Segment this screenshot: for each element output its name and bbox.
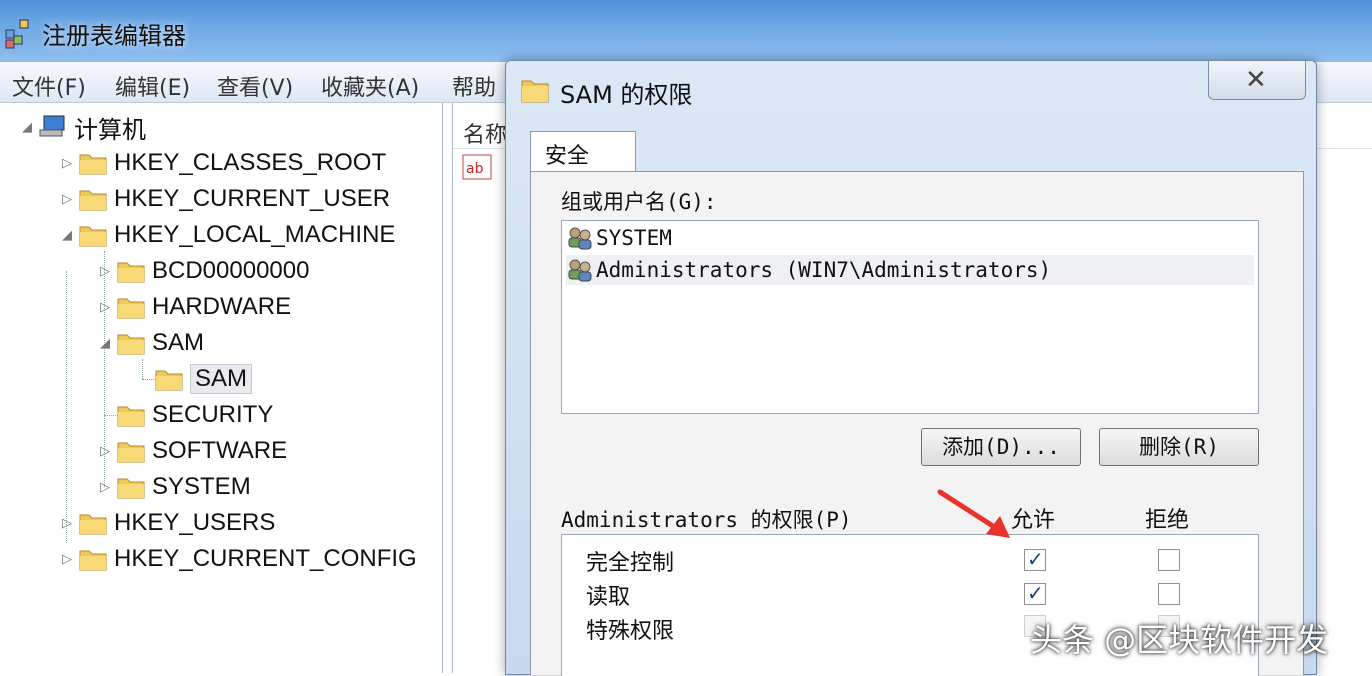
expand-arrow-icon[interactable]: ▷ (94, 264, 116, 279)
folder-icon (79, 190, 107, 211)
expand-arrow-icon[interactable]: ▷ (56, 192, 78, 207)
menu-favorites[interactable]: 收藏夹(A) (321, 70, 419, 102)
expand-arrow-icon[interactable]: ▷ (56, 552, 78, 567)
collapse-arrow-icon[interactable]: ◢ (16, 120, 38, 135)
user-group-icon (568, 259, 592, 282)
tree-label-computer: 计算机 (74, 116, 146, 144)
tree-item-system[interactable]: ▷ SYSTEM (94, 471, 251, 503)
window-titlebar[interactable]: 注册表编辑器 (0, 0, 1372, 62)
collapse-arrow-icon[interactable]: ◢ (94, 336, 116, 351)
svg-text:ab: ab (466, 161, 484, 177)
check-icon: ✓ (1027, 581, 1044, 605)
expand-arrow-icon[interactable]: ▷ (94, 480, 116, 495)
folder-icon (117, 298, 145, 319)
permissions-dialog: SAM 的权限 ✕ 安全 组或用户名(G): SYSTEM Administra… (505, 60, 1317, 676)
tree-item-hkcu[interactable]: ▷ HKEY_CURRENT_USER (56, 183, 390, 215)
menu-edit[interactable]: 编辑(E) (115, 70, 190, 102)
folder-icon (521, 80, 549, 103)
folder-icon (117, 442, 145, 463)
tree-item-security[interactable]: SECURITY (94, 399, 273, 431)
annotation-arrow-icon (937, 489, 1010, 538)
list-item-user[interactable]: SYSTEM (566, 223, 1254, 253)
folder-icon (117, 262, 145, 283)
folder-icon (155, 370, 183, 391)
remove-button[interactable]: 删除(R) (1099, 428, 1259, 466)
collapse-arrow-icon[interactable]: ◢ (56, 228, 78, 243)
deny-read-checkbox[interactable] (1158, 583, 1180, 605)
tree-item-sam-sam-selected[interactable]: SAM (154, 363, 253, 395)
folder-icon (79, 514, 107, 535)
tree-label: SYSTEM (152, 473, 251, 500)
user-name: Administrators (WIN7\Administrators) (596, 258, 1052, 282)
computer-icon (39, 115, 65, 137)
menu-help[interactable]: 帮助 (452, 70, 496, 102)
tab-security-label: 安全 (545, 144, 590, 169)
tree-label: HARDWARE (152, 293, 292, 320)
folder-icon (117, 478, 145, 499)
allow-full-control-checkbox[interactable]: ✓ (1024, 547, 1046, 571)
close-icon: ✕ (1245, 65, 1267, 95)
menu-view[interactable]: 查看(V) (217, 70, 293, 102)
tree-label: HKEY_USERS (114, 509, 276, 536)
registry-editor-icon (5, 19, 29, 49)
expand-arrow-icon[interactable]: ▷ (94, 444, 116, 459)
deny-column-header: 拒绝 (1145, 508, 1190, 533)
tree-item-hku[interactable]: ▷ HKEY_USERS (56, 507, 275, 539)
tree-label: SECURITY (152, 401, 274, 428)
registry-tree[interactable]: ◢ 计算机 ▷ HKEY_CLASSES_ROOT ▷ HKEY_CURRENT… (0, 103, 443, 673)
folder-open-icon (117, 334, 145, 355)
expand-arrow-icon[interactable]: ▷ (56, 516, 78, 531)
users-list[interactable]: SYSTEM Administrators (WIN7\Administrato… (561, 220, 1259, 414)
tree-item-hkcc[interactable]: ▷ HKEY_CURRENT_CONFIG (56, 543, 417, 575)
folder-open-icon (79, 226, 107, 247)
add-button[interactable]: 添加(D)... (921, 428, 1081, 466)
string-value-icon: ab (462, 154, 492, 180)
tree-label: HKEY_CLASSES_ROOT (114, 149, 387, 176)
permission-name: 特殊权限 (586, 619, 675, 644)
tree-label: HKEY_LOCAL_MACHINE (114, 221, 396, 248)
folder-icon (117, 406, 145, 427)
security-panel: 组或用户名(G): SYSTEM Administrators (WIN7\Ad… (530, 171, 1304, 676)
tree-item-hkcr[interactable]: ▷ HKEY_CLASSES_ROOT (56, 147, 386, 179)
watermark: 头条 @区块软件开发 (1030, 621, 1329, 659)
tab-security[interactable]: 安全 (530, 131, 636, 174)
tree-label: BCD00000000 (152, 257, 310, 284)
tree-label: SAM (152, 329, 205, 356)
expand-arrow-icon[interactable]: ▷ (94, 300, 116, 315)
tree-item-bcd[interactable]: ▷ BCD00000000 (94, 255, 309, 287)
permissions-label: Administrators 的权限(P) (561, 508, 852, 532)
dialog-title: SAM 的权限 (560, 81, 693, 109)
expand-arrow-icon[interactable]: ▷ (56, 156, 78, 171)
tree-label: SAM (190, 364, 253, 394)
user-group-icon (568, 227, 592, 250)
column-header-name[interactable]: 名称 (463, 117, 507, 149)
deny-full-control-checkbox[interactable] (1158, 549, 1180, 571)
menu-file[interactable]: 文件(F) (12, 70, 86, 102)
permission-name: 完全控制 (586, 551, 675, 576)
tree-label: HKEY_CURRENT_CONFIG (114, 545, 417, 572)
allow-read-checkbox[interactable]: ✓ (1024, 581, 1046, 605)
tree-item-hardware[interactable]: ▷ HARDWARE (94, 291, 291, 323)
tree-item-computer[interactable]: ◢ 计算机 (16, 111, 146, 144)
tree-item-software[interactable]: ▷ SOFTWARE (94, 435, 287, 467)
window-title: 注册表编辑器 (42, 22, 186, 50)
users-label: 组或用户名(G): (561, 190, 717, 214)
folder-icon (79, 154, 107, 175)
folder-icon (79, 550, 107, 571)
tree-item-hklm[interactable]: ◢ HKEY_LOCAL_MACHINE (56, 219, 395, 251)
close-button[interactable]: ✕ (1208, 61, 1306, 100)
user-name: SYSTEM (596, 226, 672, 250)
tree-item-sam[interactable]: ◢ SAM (94, 327, 204, 359)
list-item-user-selected[interactable]: Administrators (WIN7\Administrators) (566, 255, 1254, 285)
tree-label: HKEY_CURRENT_USER (114, 185, 391, 212)
permission-name: 读取 (586, 585, 631, 610)
check-icon: ✓ (1027, 547, 1044, 571)
tree-label: SOFTWARE (152, 437, 288, 464)
